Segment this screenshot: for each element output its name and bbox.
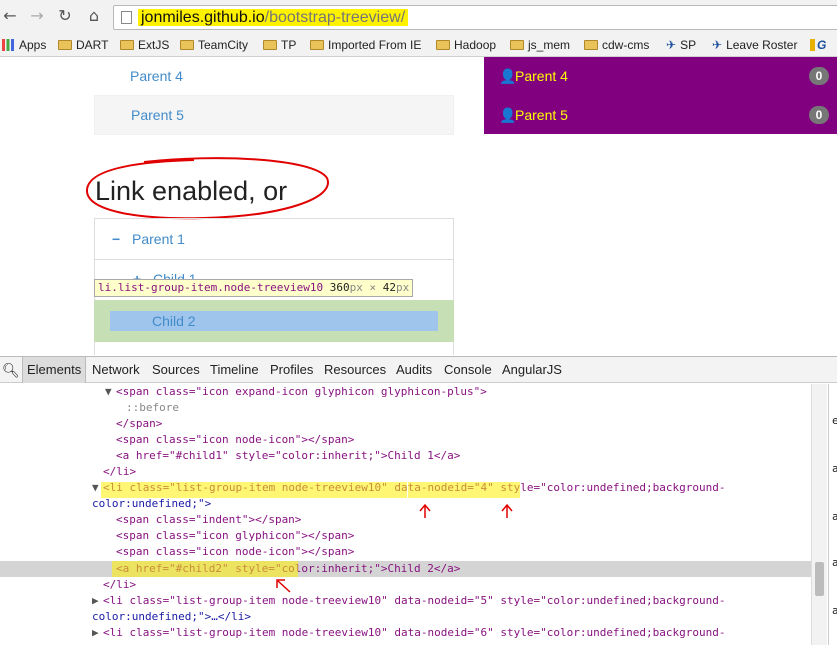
badge-count: 0 <box>809 67 829 85</box>
url-path: /bootstrap-treeview/ <box>264 9 406 26</box>
tab-elements[interactable]: Elements <box>22 357 87 383</box>
badge-count: 0 <box>809 106 829 124</box>
dom-line[interactable]: </span> <box>0 416 811 432</box>
browser-toolbar: ← → ↻ ⌂ jonmiles.github.io/bootstrap-tre… <box>0 0 837 33</box>
dom-line[interactable]: <a href="#child1" style="color:inherit;"… <box>0 448 811 464</box>
collapsed-triangle-icon[interactable]: ▶ <box>92 593 99 609</box>
bookmark-teamcity[interactable]: TeamCity <box>180 37 248 53</box>
dom-line[interactable]: </li> <box>0 464 811 480</box>
dom-line[interactable]: <span class="icon glyphicon"></span> <box>0 528 811 544</box>
reload-icon[interactable]: ↻ <box>55 6 75 26</box>
bookmark-sp[interactable]: ✈ SP <box>666 37 696 53</box>
red-circle-annotation <box>85 157 329 220</box>
user-icon: 👤 <box>499 68 517 84</box>
scrollbar-thumb[interactable] <box>815 562 824 596</box>
forward-arrow-icon[interactable]: → <box>27 6 47 26</box>
tab-timeline[interactable]: Timeline <box>210 357 259 383</box>
tree-item-parent-4[interactable]: Parent 4 <box>94 57 454 97</box>
tab-console[interactable]: Console <box>444 357 492 383</box>
bookmark-js-mem[interactable]: js_mem <box>510 37 570 53</box>
dom-line[interactable]: color:undefined;">…</li> <box>0 609 811 625</box>
address-bar[interactable]: jonmiles.github.io/bootstrap-treeview/ <box>113 5 837 30</box>
dom-line[interactable]: color:undefined;"> <box>0 496 811 512</box>
folder-icon <box>510 40 524 50</box>
tree-item-parent-1[interactable]: − Parent 1 <box>95 219 453 260</box>
dom-line[interactable]: ▶ <li class="list-group-item node-treevie… <box>0 625 811 641</box>
dom-tree: ▼ <span class="icon expand-icon glyphicon… <box>0 384 811 645</box>
dom-line[interactable]: ▼ <span class="icon expand-icon glyphicon… <box>0 384 811 400</box>
collapsed-triangle-icon[interactable]: ▶ <box>92 625 99 641</box>
url-text[interactable]: jonmiles.github.io/bootstrap-treeview/ <box>138 8 409 27</box>
bookmark-leave-roster[interactable]: ✈ Leave Roster <box>712 37 797 53</box>
bookmark-dart[interactable]: DART <box>58 37 108 53</box>
bookmark-apps[interactable]: Apps <box>2 37 46 53</box>
tab-resources[interactable]: Resources <box>324 357 386 383</box>
bookmark-tp[interactable]: TP <box>263 37 296 53</box>
apps-grid-icon <box>2 39 14 51</box>
tree-item-child-2[interactable]: Child 2 <box>110 311 438 331</box>
home-icon[interactable]: ⌂ <box>84 6 104 26</box>
highlighter-mark <box>408 482 520 498</box>
folder-icon <box>584 40 598 50</box>
folder-icon <box>180 40 194 50</box>
g-logo-icon <box>810 39 815 51</box>
highlighter-mark <box>101 482 407 498</box>
collapse-minus-icon[interactable]: − <box>112 219 120 259</box>
tab-angularjs[interactable]: AngularJS <box>502 357 562 383</box>
folder-icon <box>58 40 72 50</box>
bookmark-hadoop[interactable]: Hadoop <box>436 37 496 53</box>
highlighter-mark <box>112 561 298 577</box>
styles-pane: e a a a a <box>828 384 837 645</box>
dom-line[interactable]: </li> <box>0 577 811 593</box>
folder-icon <box>263 40 277 50</box>
magnifier-icon[interactable]: 🔍︎ <box>2 357 20 383</box>
folder-icon <box>436 40 450 50</box>
tab-sources[interactable]: Sources <box>152 357 200 383</box>
bookmark-cdw-cms[interactable]: cdw-cms <box>584 37 649 53</box>
dom-line[interactable]: ::before <box>0 400 811 416</box>
expand-triangle-icon[interactable]: ▼ <box>92 480 99 496</box>
back-arrow-icon[interactable]: ← <box>0 6 20 26</box>
purple-tree: 👤 Parent 4 0 👤 Parent 5 0 <box>484 57 837 134</box>
bookmark-imported-from-ie[interactable]: Imported From IE <box>310 37 421 53</box>
bookmark-g[interactable]: G <box>810 37 826 53</box>
folder-icon <box>310 40 324 50</box>
user-icon: 👤 <box>499 107 517 123</box>
dom-line[interactable]: ▶ <li class="list-group-item node-treevie… <box>0 593 811 609</box>
sp-logo-icon: ✈ <box>666 38 677 52</box>
leave-roster-logo-icon: ✈ <box>712 38 723 52</box>
tab-network[interactable]: Network <box>92 357 140 383</box>
folder-icon <box>120 40 134 50</box>
inspect-tooltip: li.list-group-item.node-treeview10 360px… <box>94 279 414 297</box>
dom-line[interactable]: <span class="icon node-icon"></span> <box>0 544 811 560</box>
page-icon <box>121 11 132 24</box>
bookmark-extjs[interactable]: ExtJS <box>120 37 169 53</box>
tab-profiles[interactable]: Profiles <box>270 357 313 383</box>
tab-audits[interactable]: Audits <box>396 357 432 383</box>
expand-triangle-icon[interactable]: ▼ <box>105 384 112 400</box>
bookmarks-bar: Apps DART ExtJS TeamCity TP Imported Fro… <box>0 33 837 57</box>
dom-line[interactable]: <span class="icon node-icon"></span> <box>0 432 811 448</box>
url-host: jonmiles.github.io <box>141 9 265 26</box>
dom-line[interactable]: <span class="indent"></span> <box>0 512 811 528</box>
tree-item-parent-5[interactable]: Parent 5 <box>94 95 454 135</box>
devtools-tabbar: 🔍︎ Elements Network Sources Timeline Pro… <box>0 356 837 383</box>
purple-tree-item-parent-4[interactable]: 👤 Parent 4 0 <box>484 57 837 96</box>
dom-scrollbar[interactable] <box>811 384 827 645</box>
purple-tree-item-parent-5[interactable]: 👤 Parent 5 0 <box>484 96 837 135</box>
